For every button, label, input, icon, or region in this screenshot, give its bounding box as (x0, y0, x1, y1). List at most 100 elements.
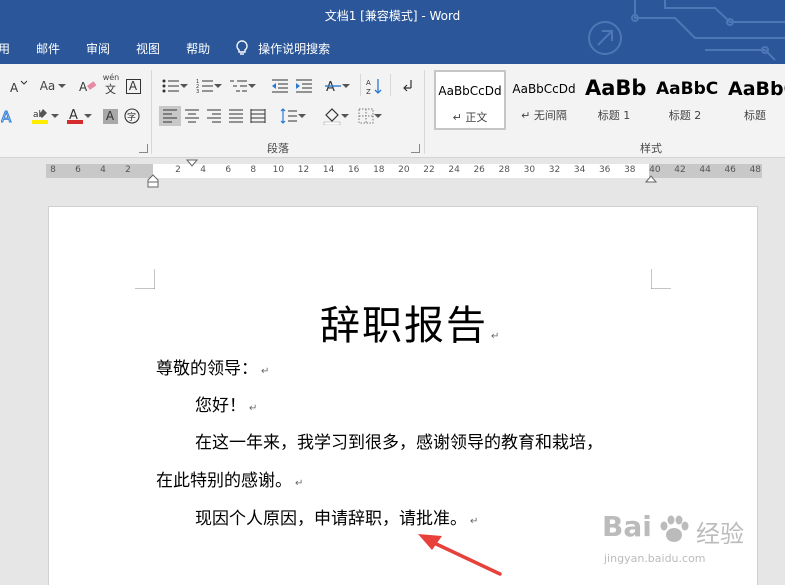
phonetic-guide-button[interactable]: wén 文 (100, 73, 122, 95)
multilevel-list-button[interactable] (228, 76, 258, 96)
style-no-spacing-name: ↵ 无间隔 (521, 109, 567, 122)
line-spacing-button[interactable] (278, 106, 308, 126)
numbering-button[interactable]: 1 2 3 (194, 76, 224, 96)
paragraph-dialog-launcher[interactable] (411, 144, 420, 153)
character-shading-icon: A (102, 108, 118, 124)
align-right-button[interactable] (204, 106, 224, 126)
style-heading-2[interactable]: AaBbC 标题 2 (652, 70, 718, 130)
svg-text:A: A (79, 80, 88, 94)
character-shading-button[interactable]: A (100, 106, 120, 126)
ruler-tick-label: 4 (100, 165, 106, 175)
style-no-spacing[interactable]: AaBbCcDd ↵ 无间隔 (508, 70, 580, 130)
align-center-button[interactable] (182, 106, 202, 126)
ruler-tick-label: 8 (250, 165, 257, 175)
right-indent-marker[interactable] (645, 174, 657, 184)
menu-help[interactable]: 帮助 (186, 40, 210, 57)
ruler-tick-label: 48 (749, 165, 762, 175)
first-line-indent-marker[interactable] (186, 159, 198, 167)
ruler-tick-label: 8 (50, 165, 56, 175)
style-title[interactable]: AaBbC 标题 (724, 70, 785, 130)
style-heading-1[interactable]: AaBb 标题 1 (582, 70, 646, 130)
dropdown-arrow-icon (342, 84, 350, 88)
align-left-button[interactable] (159, 106, 181, 126)
dropdown-arrow-icon (180, 84, 188, 88)
borders-button[interactable] (354, 106, 386, 126)
clear-formatting-button[interactable]: A (78, 76, 98, 96)
ruler-tick-label: 32 (548, 165, 561, 175)
bullets-icon (162, 79, 179, 93)
font-color-icon: A (67, 108, 83, 124)
sort-button[interactable]: A Z (364, 76, 386, 96)
hanging-indent-marker[interactable] (147, 174, 159, 188)
ruler-tick-label: 16 (347, 165, 360, 175)
bullets-button[interactable] (160, 76, 190, 96)
ruler-tick-label: 10 (272, 165, 285, 175)
style-heading-2-sample: AaBbC (656, 79, 718, 99)
tell-me-search[interactable]: 操作说明搜索 (236, 40, 330, 57)
increase-indent-button[interactable] (294, 76, 314, 96)
phonetic-guide-label: wén (102, 73, 120, 82)
shrink-font-button[interactable]: A (6, 76, 32, 96)
svg-text:3: 3 (196, 89, 199, 94)
decrease-indent-button[interactable] (270, 76, 290, 96)
enclose-characters-button[interactable]: 字 (122, 106, 142, 126)
ruler-tick-label: 6 (225, 165, 232, 175)
text-effects-button[interactable]: A (0, 106, 18, 126)
style-normal-sample: AaBbCcDd (438, 84, 502, 98)
paragraph-mark: ↵ (491, 331, 502, 342)
shading-button[interactable] (320, 106, 352, 126)
character-border-icon: A (125, 78, 141, 94)
justify-button[interactable] (226, 106, 246, 126)
doc-line-text: 在这一年来，我学习到很多，感谢领导的教育和栽培， (195, 433, 603, 453)
ruler-tick-label: 2 (125, 165, 131, 175)
styles-gallery: AaBbCcDd ↵ 正文 AaBbCcDd ↵ 无间隔 AaBb 标题 1 A… (430, 70, 785, 132)
style-heading-1-sample: AaBb (585, 76, 646, 100)
paragraph-group-label: 段落 (267, 142, 289, 155)
watermark-brand: Bai (602, 510, 652, 543)
chinese-layout-button[interactable]: A (322, 76, 352, 96)
distributed-button[interactable] (248, 106, 268, 126)
menu-review[interactable]: 审阅 (86, 40, 110, 57)
svg-text:文: 文 (105, 82, 116, 94)
doc-line-text: 在此特别的感谢。 (156, 471, 292, 491)
dropdown-arrow-icon (58, 84, 67, 88)
ruler-tick-label: 22 (423, 165, 435, 175)
small-separator (390, 74, 391, 96)
title-bar: 文档1 [兼容模式] - Word 用 邮件 审阅 视图 帮助 操作说明搜索 (0, 0, 785, 64)
document-title: 辞职报告 ↵ (320, 293, 501, 351)
ruler-tick-label: 20 (398, 165, 410, 175)
menu-view[interactable]: 视图 (136, 40, 160, 57)
font-color-button[interactable]: A (64, 106, 94, 126)
doc-line-text: 您好！ (195, 396, 246, 416)
eraser-icon: A (79, 80, 97, 94)
style-normal[interactable]: AaBbCcDd ↵ 正文 (434, 70, 506, 130)
ruler-tick-label: 12 (297, 165, 310, 175)
ruler-area: 8 6 4 2 2 4 6 8 10 12 14 16 18 20 22 24 26 28 30 32 34 36 38 40… (0, 158, 785, 192)
chinese-layout-icon: A (325, 80, 341, 94)
ruler-tick-label: 34 (573, 165, 586, 175)
doc-line-greeting: 您好！ ↵ (195, 391, 257, 416)
distributed-icon (250, 109, 266, 123)
dropdown-arrow-icon (51, 114, 59, 118)
menu-mailings[interactable]: 邮件 (36, 40, 60, 57)
highlight-color-button[interactable]: ab (30, 106, 60, 126)
paint-bucket-icon (323, 108, 341, 125)
ruler-tick-label: 26 (473, 165, 485, 175)
ruler-tick-label: 42 (674, 165, 686, 175)
shrink-font-icon: A (10, 80, 28, 94)
paragraph-mark: ↵ (249, 403, 258, 414)
character-border-button[interactable]: A (124, 76, 142, 96)
document-title-text: 辞职报告 (320, 303, 488, 349)
align-left-icon (163, 109, 177, 123)
multilevel-list-icon (230, 80, 247, 92)
svg-text:A: A (326, 80, 335, 94)
show-marks-button[interactable] (396, 76, 418, 96)
svg-text:A: A (1, 108, 12, 124)
baidu-watermark: Bai 经验 jingyan.baidu.com (596, 510, 785, 580)
enclose-characters-icon: 字 (124, 108, 140, 124)
styles-group-label: 样式 (640, 142, 662, 155)
font-dialog-launcher[interactable] (139, 144, 148, 153)
highlighter-icon: ab (32, 109, 48, 124)
menu-use[interactable]: 用 (0, 40, 10, 57)
change-case-button[interactable]: Aa (36, 76, 70, 96)
